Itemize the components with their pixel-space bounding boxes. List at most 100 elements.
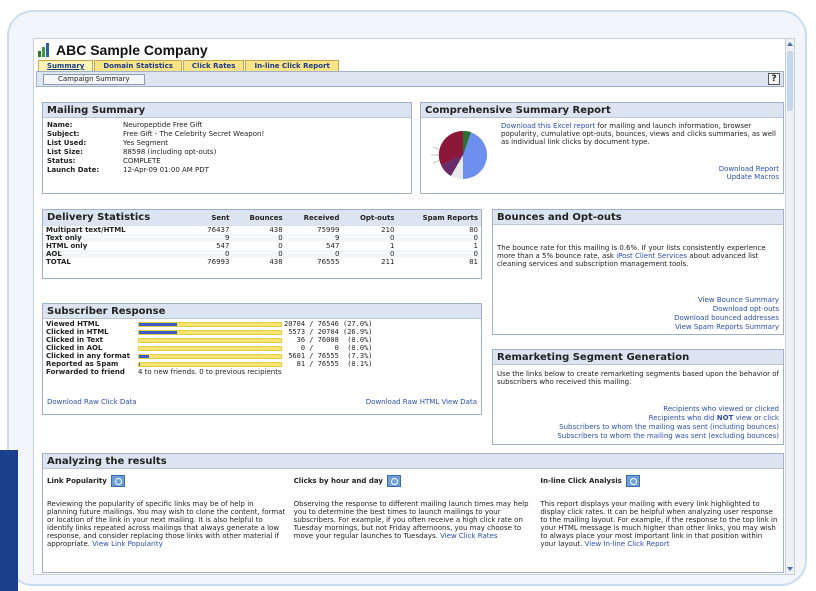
help-button[interactable]: ?: [768, 73, 780, 85]
response-row: Clicked in any format 5601 / 76555 (7.3%…: [46, 352, 478, 360]
response-row: Clicked in HTML 5573 / 20704 (26.9%): [46, 328, 478, 336]
download-excel-link[interactable]: Download this Excel report: [501, 122, 595, 130]
summary-key: Name:: [47, 121, 73, 129]
mailing-summary-list: Name: Neuropeptide Free Gift Subject: Fr…: [43, 118, 411, 178]
download-report-link[interactable]: Download Report: [719, 165, 779, 173]
response-bar-fill: [139, 322, 178, 326]
summary-key: Status:: [47, 157, 76, 165]
panel-title: Comprehensive Summary Report: [421, 103, 783, 118]
cell: 76555: [317, 258, 340, 266]
response-value: 0 / 0 (0.0%): [284, 344, 373, 352]
summary-value: Neuropeptide Free Gift: [123, 121, 203, 129]
analyzing-panel: Analyzing the results Link Popularity Re…: [42, 453, 784, 573]
vertical-scrollbar[interactable]: [785, 39, 794, 574]
row-label: AOL: [46, 250, 62, 258]
response-bar: [138, 329, 282, 335]
app-title: ABC Sample Company: [56, 42, 208, 58]
column-header: Received: [303, 214, 340, 222]
view-spam-summary-link[interactable]: View Spam Reports Summary: [674, 323, 779, 332]
panel-title: Remarketing Segment Generation: [493, 350, 783, 365]
view-bounce-summary-link[interactable]: View Bounce Summary: [674, 296, 779, 305]
view-inline-report-link[interactable]: View In-line Click Report: [585, 540, 670, 548]
remarketing-panel: Remarketing Segment Generation Use the l…: [492, 349, 784, 445]
sub-navigation: Campaign Summary ?: [36, 71, 784, 87]
link-not-word: NOT: [716, 414, 734, 422]
subscriber-response-panel: Subscriber Response Viewed HTML 20704 / …: [42, 303, 482, 415]
panel-title: Bounces and Opt-outs: [493, 210, 783, 225]
response-bar: [138, 361, 282, 367]
client-services-link[interactable]: iPost Client Services: [616, 252, 687, 260]
summary-key: List Used:: [47, 139, 87, 147]
subscriber-rows: Viewed HTML 20704 / 76546 (27.0%) Clicke…: [43, 319, 481, 377]
campaign-summary-button[interactable]: Campaign Summary: [43, 74, 145, 85]
did-not-view-link[interactable]: Recipients who did NOT view or click: [557, 414, 779, 423]
response-row: Viewed HTML 20704 / 76546 (27.0%): [46, 320, 478, 328]
scroll-down-icon[interactable]: [787, 567, 793, 571]
column-header: Sent: [211, 214, 230, 222]
row-label: TOTAL: [46, 258, 71, 266]
forward-label: Forwarded to friend: [46, 368, 125, 376]
tab-click-rates[interactable]: Click Rates: [182, 60, 245, 71]
update-macros-link[interactable]: Update Macros: [719, 173, 779, 181]
delivery-statistics-panel: Delivery Statistics Sent Bounces Receive…: [42, 209, 482, 279]
tab-inline-click-report[interactable]: In-line Click Report: [245, 60, 339, 71]
column-heading: Link Popularity: [47, 477, 107, 485]
cell: 210: [381, 226, 395, 234]
scroll-thumb[interactable]: [787, 51, 793, 111]
column-heading: In-line Click Analysis: [540, 477, 622, 485]
summary-key: List Size:: [47, 148, 83, 156]
bounces-panel: Bounces and Opt-outs The bounce rate for…: [492, 209, 784, 335]
view-click-rates-link[interactable]: View Click Rates: [440, 532, 497, 540]
sent-excluding-bounces-link[interactable]: Subscribers to whom the mailing was sent…: [557, 432, 779, 441]
download-html-view-link[interactable]: Download Raw HTML View Data: [366, 398, 477, 406]
magnifier-icon[interactable]: [625, 475, 640, 487]
sent-including-bounces-link[interactable]: Subscribers to whom the mailing was sent…: [557, 423, 779, 432]
summary-value: 12-Apr-09 01:00 AM PDT: [123, 166, 209, 174]
response-label: Clicked in Text: [46, 336, 104, 344]
panel-title: Subscriber Response: [43, 304, 481, 319]
column-title: Link Popularity: [47, 472, 286, 490]
response-label: Reported as Spam: [46, 360, 119, 368]
remarketing-text: Use the links below to create remarketin…: [497, 370, 779, 386]
viewed-or-clicked-link[interactable]: Recipients who viewed or clicked: [557, 405, 779, 414]
scroll-up-icon[interactable]: [787, 42, 793, 46]
tab-summary[interactable]: Summary: [38, 60, 94, 71]
summary-value: Free Gift - The Celebrity Secret Weapon!: [123, 130, 265, 138]
column-text: Reviewing the popularity of specific lin…: [47, 500, 286, 548]
row-label: HTML only: [46, 242, 88, 250]
response-bar: [138, 353, 282, 359]
decorative-bar: [0, 450, 18, 591]
summary-key: Launch Date:: [47, 166, 100, 174]
row-label: Multipart text/HTML: [46, 226, 126, 234]
download-optouts-link[interactable]: Download opt-outs: [674, 305, 779, 314]
table-row: TOTAL 76993 438 76555 211 81: [43, 258, 481, 266]
cell: 1: [390, 242, 395, 250]
magnifier-icon[interactable]: [110, 475, 125, 487]
forward-row: Forwarded to friend 4 to new friends. 0 …: [46, 368, 478, 376]
response-value: 20704 / 76546 (27.0%): [284, 320, 373, 328]
mailing-summary-panel: Mailing Summary Name: Neuropeptide Free …: [42, 102, 412, 194]
analysis-column: In-line Click Analysis This report displ…: [540, 472, 779, 548]
table-row: AOL 0 0 0 0 0: [43, 250, 481, 258]
analysis-column: Clicks by hour and day Observing the res…: [294, 472, 533, 548]
bar-chart-logo-icon: [38, 43, 52, 57]
response-row: Clicked in Text 36 / 76008 (0.0%): [46, 336, 478, 344]
magnifier-icon[interactable]: [386, 475, 401, 487]
tab-domain-statistics[interactable]: Domain Statistics: [94, 60, 182, 71]
response-bar-fill: [139, 330, 178, 334]
cell: 547: [326, 242, 340, 250]
forward-value: 4 to new friends. 0 to previous recipien…: [138, 368, 282, 376]
panel-title: Mailing Summary: [43, 103, 411, 118]
cell: 76993: [207, 258, 230, 266]
response-value: 5601 / 76555 (7.3%): [284, 352, 373, 360]
cell: 0: [334, 250, 340, 258]
cell: 0: [390, 234, 395, 242]
download-bounced-link[interactable]: Download bounced addresses: [674, 314, 779, 323]
column-heading: Clicks by hour and day: [293, 477, 383, 485]
panel-title: Analyzing the results: [43, 454, 783, 469]
link-prefix: Recipients who did: [648, 414, 717, 422]
analysis-columns: Link Popularity Reviewing the popularity…: [43, 469, 783, 551]
column-text: Observing the response to different mail…: [294, 500, 533, 540]
view-link-popularity-link[interactable]: View Link Popularity: [92, 540, 162, 548]
download-click-data-link[interactable]: Download Raw Click Data: [47, 398, 137, 406]
